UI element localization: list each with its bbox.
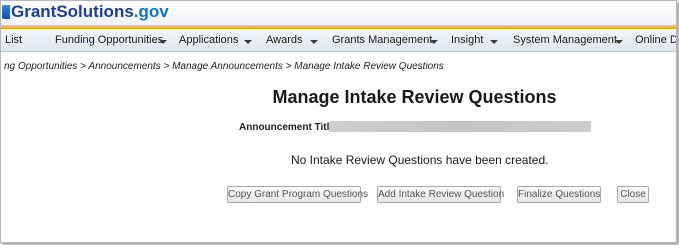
nav-item-awards[interactable]: Awards — [266, 34, 302, 46]
empty-state-message: No Intake Review Questions have been cre… — [291, 153, 549, 167]
finalize-questions-button[interactable]: Finalize Questions — [517, 186, 601, 203]
logo-tld: .gov — [133, 2, 169, 21]
chevron-down-icon[interactable] — [430, 40, 438, 44]
nav-item-list[interactable]: List — [5, 34, 22, 46]
main-nav: List Funding Opportunities Applications … — [1, 29, 676, 52]
chevron-down-icon[interactable] — [615, 40, 623, 44]
chevron-down-icon[interactable] — [490, 40, 498, 44]
logo-brand: GrantSolutions — [11, 2, 134, 21]
nav-item-insight[interactable]: Insight — [451, 34, 483, 46]
close-button[interactable]: Close — [617, 186, 649, 203]
nav-item-online-data[interactable]: Online Dat — [635, 34, 676, 46]
nav-item-funding-opportunities[interactable]: Funding Opportunities — [55, 34, 163, 46]
announcement-title-value-redacted — [329, 121, 591, 132]
site-logo[interactable]: GrantSolutions.gov — [11, 2, 169, 22]
announcement-title-label: Announcement Title: — [239, 122, 339, 133]
nav-item-applications[interactable]: Applications — [179, 34, 238, 46]
chevron-down-icon[interactable] — [310, 40, 318, 44]
browser-frame: GrantSolutions.gov List Funding Opportun… — [0, 0, 677, 243]
page-title: Manage Intake Review Questions — [272, 87, 557, 107]
copy-grant-program-questions-button[interactable]: Copy Grant Program Questions — [227, 186, 368, 203]
nav-item-system-management[interactable]: System Management — [513, 34, 617, 46]
chevron-down-icon[interactable] — [244, 40, 252, 44]
breadcrumb[interactable]: ng Opportunities > Announcements > Manag… — [4, 61, 444, 72]
add-intake-review-question-button[interactable]: Add Intake Review Question — [377, 186, 504, 203]
site-header: GrantSolutions.gov — [1, 1, 676, 26]
chevron-down-icon[interactable] — [159, 40, 167, 44]
grantsolutions-logo-icon — [2, 5, 10, 19]
nav-item-grants-management[interactable]: Grants Management — [332, 34, 432, 46]
